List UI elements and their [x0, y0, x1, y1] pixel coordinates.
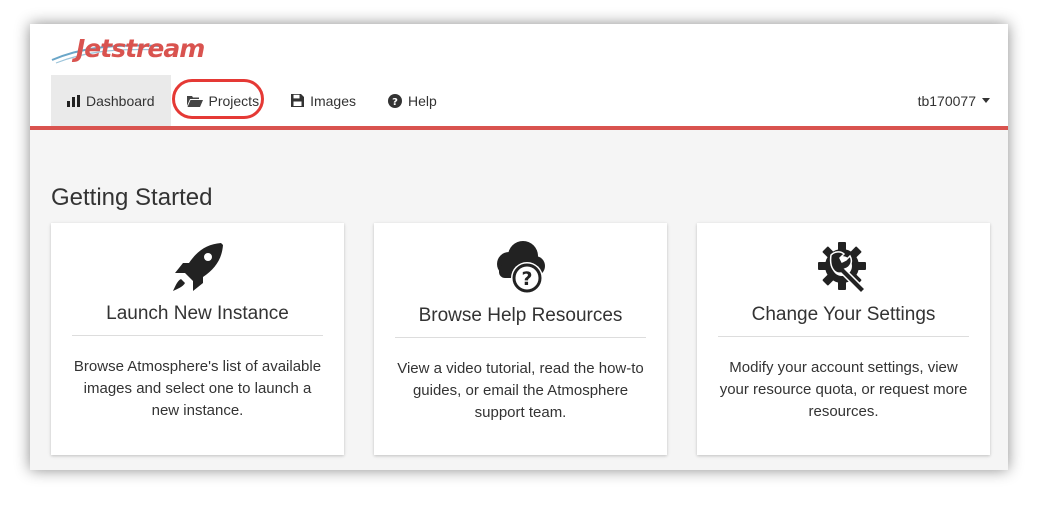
- card-description: View a video tutorial, read the how-to g…: [397, 360, 644, 421]
- user-menu[interactable]: tb170077: [918, 75, 990, 126]
- nav-item-dashboard[interactable]: Dashboard: [51, 75, 171, 126]
- card-title: Browse Help Resources: [395, 305, 646, 338]
- nav-item-label: Images: [310, 92, 356, 109]
- card-change-settings[interactable]: Change Your Settings Modify your account…: [697, 223, 990, 455]
- nav-item-label: Projects: [208, 92, 260, 109]
- gear-wrench-icon: [697, 241, 990, 295]
- card-description: Modify your account settings, view your …: [719, 359, 968, 420]
- caret-down-icon: [982, 98, 990, 103]
- floppy-disk-icon: [291, 94, 305, 107]
- app-window: Jetstream Dashboard Projects Images ? He…: [30, 24, 1008, 470]
- card-help-resources[interactable]: ? Browse Help Resources View a video tut…: [374, 223, 667, 455]
- nav-item-label: Dashboard: [86, 92, 155, 109]
- page-title: Getting Started: [51, 184, 213, 211]
- main-nav: Dashboard Projects Images ? Help: [51, 75, 453, 126]
- nav-item-label: Help: [408, 92, 437, 109]
- card-title: Launch New Instance: [72, 303, 323, 336]
- card-title: Change Your Settings: [718, 304, 969, 337]
- username: tb170077: [917, 92, 976, 109]
- svg-text:?: ?: [521, 268, 532, 290]
- logo-text: Jetstream: [76, 34, 205, 63]
- question-circle-icon: ?: [388, 93, 402, 108]
- nav-item-help[interactable]: ? Help: [372, 75, 453, 126]
- nav-item-images[interactable]: Images: [275, 75, 372, 126]
- bar-chart-icon: [67, 94, 80, 107]
- rocket-icon: [51, 241, 344, 293]
- nav-item-projects[interactable]: Projects: [171, 75, 276, 126]
- card-description: Browse Atmosphere's list of available im…: [73, 358, 322, 419]
- jetstream-logo[interactable]: Jetstream: [50, 30, 205, 74]
- svg-text:?: ?: [392, 97, 398, 108]
- cloud-question-icon: ?: [374, 240, 667, 296]
- card-launch-instance[interactable]: Launch New Instance Browse Atmosphere's …: [51, 223, 344, 455]
- folder-open-icon: [186, 95, 203, 107]
- top-navbar: Jetstream Dashboard Projects Images ? He…: [30, 24, 1008, 130]
